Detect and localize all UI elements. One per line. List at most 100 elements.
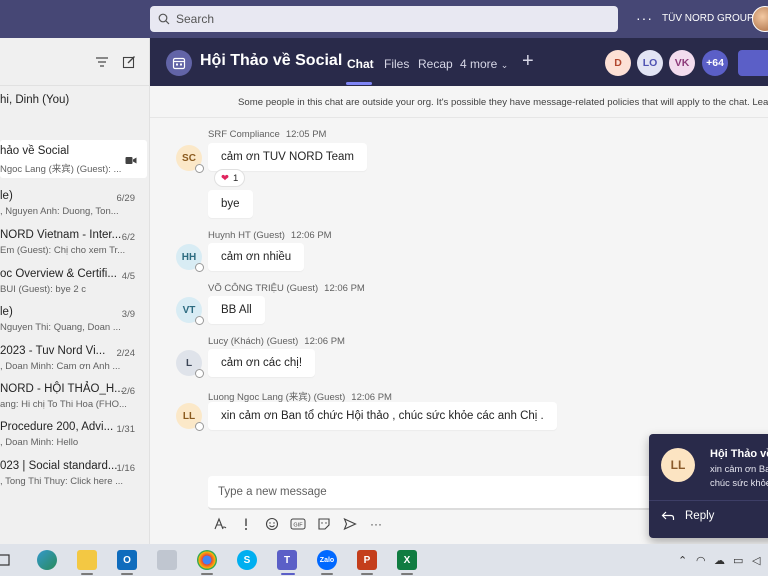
chat-item-preview: , Nguyen Anh: Duong, Ton... bbox=[0, 206, 119, 217]
new-chat-icon[interactable] bbox=[122, 55, 136, 69]
outlook-icon[interactable]: O bbox=[117, 550, 137, 570]
teams-icon[interactable]: T bbox=[277, 550, 297, 570]
chat-item-date: 2/6 bbox=[121, 386, 135, 397]
presence-icon bbox=[195, 422, 204, 431]
running-indicator bbox=[321, 573, 333, 575]
chat-item-title: 2023 - Tuv Nord Vi... bbox=[0, 345, 106, 357]
message-bubble[interactable]: BB All bbox=[208, 296, 265, 324]
chevron-up-icon[interactable]: ⌃ bbox=[678, 554, 687, 567]
schedule-send-icon[interactable] bbox=[342, 516, 358, 532]
message-meta: Luong Ngoc Lang (来宾) (Guest) 12:06 PM bbox=[208, 392, 392, 403]
svg-text:GIF: GIF bbox=[293, 523, 303, 529]
chat-list-item[interactable]: 023 | Social standard... , Tong Thi Thuy:… bbox=[0, 455, 147, 493]
participants-count-button[interactable]: +64 bbox=[702, 50, 728, 76]
chat-list-item[interactable]: NORD - HỘI THẢO_H... ang: Hi chị To Thi H… bbox=[0, 378, 147, 416]
avatar[interactable]: VT bbox=[176, 297, 204, 325]
avatar[interactable]: SC bbox=[176, 145, 204, 173]
tab-recap[interactable]: Recap bbox=[418, 57, 453, 71]
reaction-badge[interactable]: ❤ 1 bbox=[214, 169, 246, 187]
edge-icon[interactable] bbox=[37, 550, 57, 570]
chat-list-item[interactable]: oc Overview & Certifi... BUI (Guest): bye… bbox=[0, 263, 147, 301]
add-tab-button[interactable]: + bbox=[522, 50, 534, 73]
chat-item-preview: , Tong Thi Thuy: Click here ... bbox=[0, 476, 124, 487]
user-avatar[interactable] bbox=[752, 6, 768, 32]
cloud-icon[interactable]: ☁ bbox=[714, 554, 725, 567]
avatar[interactable]: HH bbox=[176, 244, 204, 272]
chat-list-item[interactable]: Procedure 200, Advi... , Doan Minh: Hello… bbox=[0, 416, 147, 454]
speaker-icon[interactable]: ◁ bbox=[752, 554, 760, 567]
battery-icon[interactable]: ▭ bbox=[733, 554, 743, 567]
chat-list-panel: hi, Dinh (You) hảo về Social Ngoc Lang (来宾… bbox=[0, 38, 150, 544]
presence-icon bbox=[195, 316, 204, 325]
chat-list-item[interactable]: 2023 - Tuv Nord Vi... , Doan Minh: Cam ơn… bbox=[0, 340, 147, 378]
compose-box[interactable] bbox=[208, 476, 658, 510]
file-explorer-icon[interactable] bbox=[77, 550, 97, 570]
toast-body-line: chúc sức khỏe bbox=[710, 477, 768, 488]
calendar-icon bbox=[166, 50, 192, 76]
participant-avatar[interactable]: VK bbox=[669, 50, 695, 76]
powerpoint-icon[interactable]: P bbox=[357, 550, 377, 570]
message-bubble[interactable]: cảm ơn các chị! bbox=[208, 349, 316, 377]
task-view-icon[interactable] bbox=[0, 550, 14, 570]
running-indicator bbox=[81, 573, 93, 575]
message-bubble[interactable]: cảm ơn nhiều bbox=[208, 243, 305, 271]
more-options-button[interactable]: ··· bbox=[636, 10, 653, 26]
chat-item-date: 6/29 bbox=[116, 193, 136, 204]
message-meta: VÕ CÔNG TRIỆU (Guest) 12:06 PM bbox=[208, 283, 365, 294]
external-org-notice: Some people in this chat are outside you… bbox=[150, 86, 768, 118]
more-actions-icon[interactable]: ··· bbox=[368, 516, 384, 532]
toast-body: xin cảm ơn Ba chúc sức khỏe bbox=[710, 462, 768, 490]
message-input[interactable] bbox=[208, 476, 658, 508]
chat-item-title: oc Overview & Certifi... bbox=[0, 268, 117, 280]
wifi-icon[interactable]: ◠ bbox=[696, 554, 706, 567]
important-icon[interactable] bbox=[238, 516, 254, 532]
top-bar: Search ··· TÜV NORD GROUP bbox=[0, 0, 768, 38]
sticker-icon[interactable] bbox=[316, 516, 332, 532]
gif-icon[interactable]: GIF bbox=[290, 516, 306, 532]
avatar[interactable]: L bbox=[176, 350, 204, 378]
reply-button[interactable]: Reply bbox=[661, 510, 714, 522]
search-placeholder: Search bbox=[176, 12, 215, 26]
tab-more[interactable]: 4 more ⌄ bbox=[460, 57, 508, 71]
chat-item-preview: Em (Guest): Chị cho xem Tr... bbox=[0, 245, 126, 256]
video-camera-icon bbox=[125, 154, 137, 168]
chat-list-item[interactable]: hi, Dinh (You) bbox=[0, 83, 147, 121]
format-icon[interactable] bbox=[212, 516, 228, 532]
chevron-down-icon: ⌄ bbox=[500, 60, 509, 70]
search-box[interactable]: Search bbox=[150, 6, 618, 32]
chat-list-item[interactable]: hảo về Social Ngoc Lang (来宾) (Guest): ... bbox=[0, 140, 147, 178]
chat-list-item[interactable]: le) , Nguyen Anh: Duong, Ton... 6/29 bbox=[0, 185, 147, 223]
chat-item-title: NORD - HỘI THẢO_H... bbox=[0, 383, 124, 395]
tab-files[interactable]: Files bbox=[384, 57, 409, 71]
emoji-icon[interactable] bbox=[264, 516, 280, 532]
presence-icon bbox=[195, 369, 204, 378]
org-name[interactable]: TÜV NORD GROUP bbox=[662, 13, 754, 24]
message-meta: Huynh HT (Guest) 12:06 PM bbox=[208, 230, 332, 241]
chat-list-item[interactable]: NORD Vietnam - Inter... Em (Guest): Chị c… bbox=[0, 224, 147, 262]
chat-item-title: le) bbox=[0, 190, 13, 202]
chat-item-title: le) bbox=[0, 306, 13, 318]
presence-icon bbox=[195, 164, 204, 173]
tab-chat[interactable]: Chat bbox=[347, 57, 374, 71]
chat-list-item[interactable]: le) Nguyen Thi: Quang, Doan ... 3/9 bbox=[0, 301, 147, 339]
toast-body-line: xin cảm ơn Ba bbox=[710, 463, 768, 474]
chat-item-date: 6/2 bbox=[121, 232, 135, 243]
filter-icon[interactable] bbox=[95, 55, 109, 69]
message-bubble[interactable]: xin cảm ơn Ban tổ chức Hội thảo , chúc s… bbox=[208, 402, 557, 430]
avatar[interactable]: LL bbox=[176, 403, 204, 431]
chrome-icon[interactable] bbox=[197, 550, 217, 570]
call-button[interactable] bbox=[738, 50, 768, 76]
notification-toast[interactable]: LL Hội Thảo về xin cảm ơn Ba chúc sức kh… bbox=[649, 434, 768, 538]
skype-icon[interactable]: S bbox=[237, 550, 257, 570]
snipping-tool-icon[interactable] bbox=[157, 550, 177, 570]
active-tab-indicator bbox=[346, 82, 372, 85]
chat-item-preview: Ngoc Lang (来宾) (Guest): ... bbox=[0, 164, 122, 175]
participant-avatar[interactable]: D bbox=[605, 50, 631, 76]
zalo-icon[interactable]: Zalo bbox=[317, 550, 337, 570]
message-bubble[interactable]: cảm ơn TUV NORD Team bbox=[208, 143, 368, 171]
participant-avatar[interactable]: LO bbox=[637, 50, 663, 76]
chat-item-title: 023 | Social standard... bbox=[0, 460, 118, 472]
excel-icon[interactable]: X bbox=[397, 550, 417, 570]
message-bubble[interactable]: bye bbox=[208, 190, 253, 218]
chat-item-title: Procedure 200, Advi... bbox=[0, 421, 114, 433]
